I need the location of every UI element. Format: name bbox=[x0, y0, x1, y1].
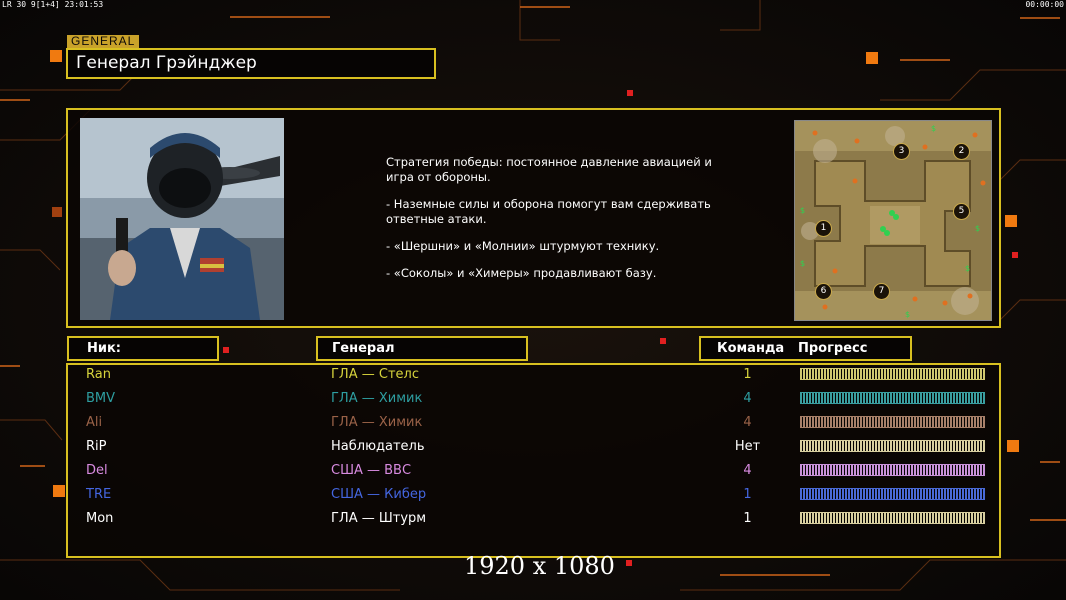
header-team: Команда bbox=[717, 341, 785, 356]
player-nick: Ran bbox=[86, 367, 111, 382]
player-general: США — Кибер bbox=[331, 487, 427, 502]
general-tag: GENERAL bbox=[67, 35, 140, 48]
player-team: Нет bbox=[734, 439, 761, 454]
progress-bar bbox=[800, 392, 985, 404]
svg-text:$: $ bbox=[905, 310, 910, 319]
player-nick: Ali bbox=[86, 415, 103, 430]
player-team: 1 bbox=[743, 487, 752, 502]
map-marker: 6 bbox=[815, 283, 832, 300]
svg-text:$: $ bbox=[800, 259, 805, 268]
progress-bar bbox=[800, 464, 985, 476]
map-marker: 5 bbox=[953, 203, 970, 220]
player-nick: RiP bbox=[86, 439, 107, 454]
player-nick: Del bbox=[86, 463, 108, 478]
progress-bar bbox=[800, 368, 985, 380]
progress-bar bbox=[800, 416, 985, 428]
player-team: 4 bbox=[743, 463, 752, 478]
strategy-description: Стратегия победы: постоянное давление ав… bbox=[386, 155, 716, 293]
svg-text:$: $ bbox=[975, 224, 980, 233]
svg-text:$: $ bbox=[800, 206, 805, 215]
map-marker: 1 bbox=[815, 220, 832, 237]
description-line: Стратегия победы: постоянное давление ав… bbox=[386, 155, 712, 184]
header-progress: Прогресс bbox=[798, 341, 868, 356]
map-marker: 3 bbox=[893, 143, 910, 160]
progress-bar bbox=[800, 440, 985, 452]
header-general: Генерал bbox=[316, 336, 528, 361]
progress-bar bbox=[800, 488, 985, 500]
player-team: 4 bbox=[743, 391, 752, 406]
player-team: 1 bbox=[743, 367, 752, 382]
description-line: - Наземные силы и оборона помогут вам сд… bbox=[386, 197, 711, 226]
player-nick: TRE bbox=[86, 487, 112, 502]
player-nick: BMV bbox=[86, 391, 116, 406]
map-marker: 2 bbox=[953, 143, 970, 160]
general-name-title: Генерал Грэйнджер bbox=[66, 48, 436, 79]
description-line: - «Шершни» и «Молнии» штурмуют технику. bbox=[386, 239, 660, 253]
general-portrait bbox=[80, 118, 284, 320]
minimap: $ $ $ $ $ $ 1 2 3 5 6 7 bbox=[794, 120, 992, 321]
player-general: Наблюдатель bbox=[331, 439, 425, 454]
player-team: 4 bbox=[743, 415, 752, 430]
player-general: ГЛА — Химик bbox=[331, 415, 423, 430]
player-general: ГЛА — Штурм bbox=[331, 511, 427, 526]
map-marker: 7 bbox=[873, 283, 890, 300]
player-general: США — ВВС bbox=[331, 463, 412, 478]
player-team: 1 bbox=[743, 511, 752, 526]
player-general: ГЛА — Стелс bbox=[331, 367, 419, 382]
player-general: ГЛА — Химик bbox=[331, 391, 423, 406]
svg-text:$: $ bbox=[931, 124, 936, 133]
hud-clock: 00:00:00 bbox=[1025, 0, 1064, 9]
progress-bar bbox=[800, 512, 985, 524]
resolution-label: 1920 x 1080 bbox=[464, 552, 615, 580]
svg-text:$: $ bbox=[965, 264, 970, 273]
hud-status-left: LR 30 9[1+4] 23:01:53 bbox=[2, 0, 104, 9]
player-nick: Mon bbox=[86, 511, 114, 526]
header-team-progress: Команда Прогресс bbox=[699, 336, 912, 361]
description-line: - «Соколы» и «Химеры» продавливают базу. bbox=[386, 266, 657, 280]
header-nick: Ник: bbox=[67, 336, 219, 361]
